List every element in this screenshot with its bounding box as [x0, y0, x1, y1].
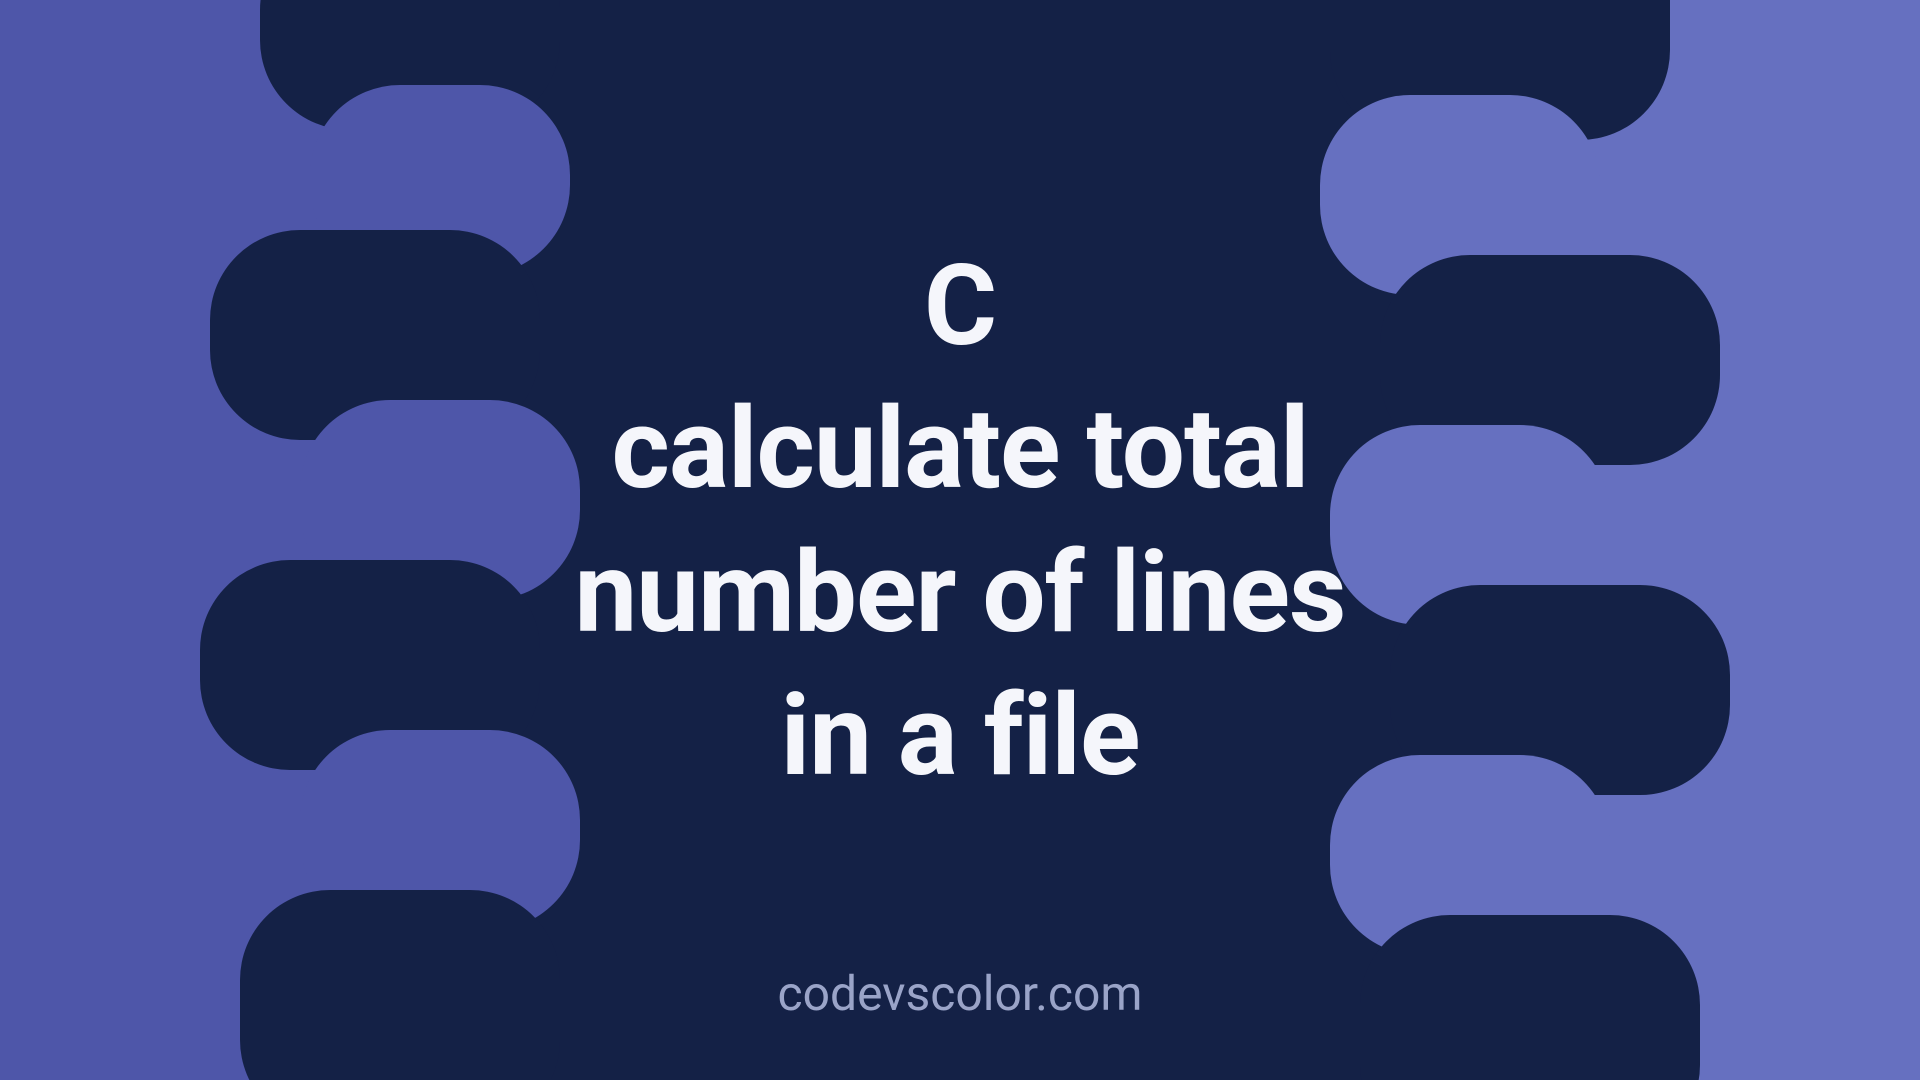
title-line: calculate total [0, 378, 1920, 521]
title-line: in a file [0, 665, 1920, 808]
title-line: number of lines [0, 522, 1920, 665]
title-block: C calculate total number of lines in a f… [0, 235, 1920, 808]
watermark-text: codevscolor.com [0, 965, 1920, 1022]
title-line: C [0, 235, 1920, 378]
banner-canvas: C calculate total number of lines in a f… [0, 0, 1920, 1080]
